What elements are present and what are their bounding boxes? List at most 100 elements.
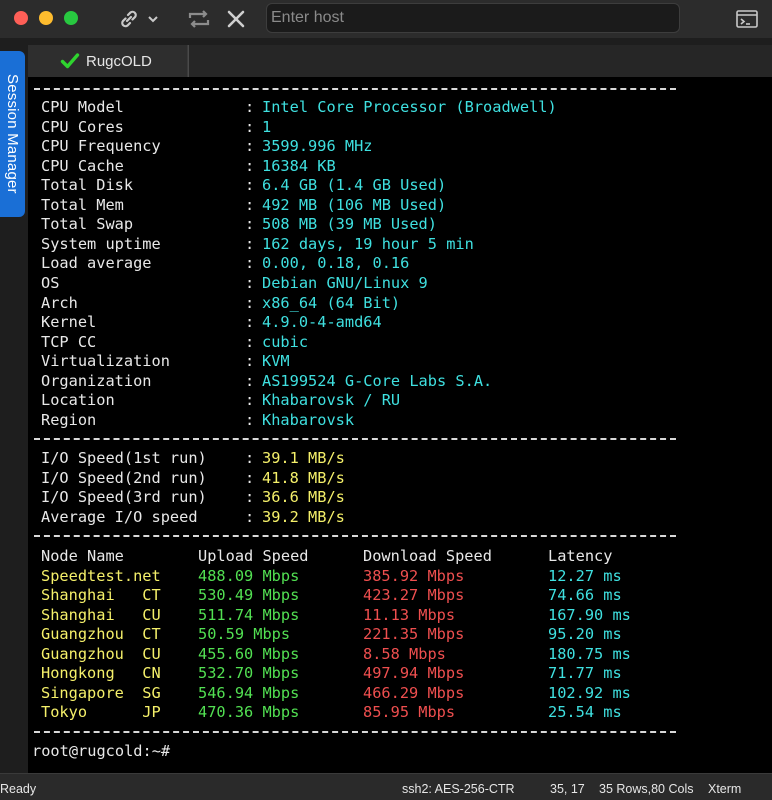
io-colon: :: [245, 507, 255, 526]
download-speed: 8.58 Mbps: [363, 644, 446, 663]
status-bar: Ready ssh2: AES-256-CTR 35, 17 35 Rows,8…: [0, 773, 772, 800]
shell-prompt: root@rugcold:~#: [32, 742, 171, 760]
download-speed: 85.95 Mbps: [363, 703, 456, 722]
upload-speed: 488.09 Mbps: [198, 566, 300, 585]
close-icon[interactable]: [222, 0, 250, 38]
info-colon: :: [245, 391, 255, 410]
info-key: Kernel: [41, 313, 97, 332]
latency: 102.92 ms: [548, 683, 631, 702]
info-value: 16384 KB: [262, 156, 336, 175]
latency: 25.54 ms: [548, 703, 622, 722]
divider-line: [34, 438, 676, 440]
encryption-info: ssh2: AES-256-CTR: [402, 782, 515, 796]
zoom-window-button[interactable]: [64, 11, 78, 25]
node-name: Speedtest.net: [41, 566, 161, 585]
upload-speed: 546.94 Mbps: [198, 683, 300, 702]
info-key: System uptime: [41, 234, 161, 253]
info-key: Arch: [41, 293, 78, 312]
chevron-down-icon[interactable]: [145, 0, 161, 38]
info-colon: :: [245, 98, 255, 116]
minimize-window-button[interactable]: [39, 11, 53, 25]
info-value: Khabarovsk: [262, 410, 355, 429]
terminal-output[interactable]: CPU Model: Intel Core Processor (Broadwel…: [28, 77, 772, 773]
latency: 71.77 ms: [548, 664, 622, 683]
link-icon[interactable]: [115, 0, 143, 38]
divider-line: [34, 88, 676, 90]
download-speed: 221.35 Mbps: [363, 625, 465, 644]
io-colon: :: [245, 449, 255, 467]
info-colon: :: [245, 234, 255, 253]
io-value: 39.2 MB/s: [262, 507, 345, 526]
io-key: I/O Speed(3rd run): [41, 488, 207, 507]
info-colon: :: [245, 117, 255, 136]
upload-speed: 530.49 Mbps: [198, 586, 300, 605]
info-key: OS: [41, 273, 60, 292]
download-speed: 497.94 Mbps: [363, 664, 465, 683]
info-colon: :: [245, 195, 255, 214]
info-value: 6.4 GB (1.4 GB Used): [262, 176, 447, 195]
info-value: Intel Core Processor (Broadwell): [262, 98, 557, 116]
info-colon: :: [245, 313, 255, 332]
download-speed: 385.92 Mbps: [363, 566, 465, 585]
info-key: CPU Model: [41, 98, 124, 116]
info-value: 4.9.0-4-amd64: [262, 313, 382, 332]
reconnect-icon[interactable]: [184, 0, 214, 38]
info-colon: :: [245, 410, 255, 429]
info-value: AS199524 G-Core Labs S.A.: [262, 371, 493, 390]
info-colon: :: [245, 371, 255, 390]
info-colon: :: [245, 293, 255, 312]
tab-label: RugcOLD: [86, 52, 152, 70]
speedtest-header: Download Speed: [363, 547, 492, 565]
info-colon: :: [245, 215, 255, 234]
info-value: Debian GNU/Linux 9: [262, 273, 428, 292]
info-key: TCP CC: [41, 332, 97, 351]
info-value: 0.00, 0.18, 0.16: [262, 254, 410, 273]
speedtest-header: Node Name: [41, 547, 124, 565]
download-speed: 466.29 Mbps: [363, 683, 465, 702]
info-value: cubic: [262, 332, 309, 351]
info-value: KVM: [262, 352, 290, 371]
divider-line: [34, 731, 676, 733]
info-value: Khabarovsk / RU: [262, 391, 401, 410]
info-key: Load average: [41, 254, 152, 273]
io-key: I/O Speed(1st run): [41, 449, 207, 467]
close-window-button[interactable]: [14, 11, 28, 25]
tab-divider: [188, 45, 189, 77]
terminal-panel-icon[interactable]: [732, 0, 762, 38]
node-name: Guangzhou CT: [41, 625, 161, 644]
session-manager-tab[interactable]: Session Manager: [0, 51, 25, 217]
info-key: CPU Cache: [41, 156, 124, 175]
info-colon: :: [245, 137, 255, 156]
check-icon: [60, 53, 80, 69]
info-value: x86_64 (64 Bit): [262, 293, 401, 312]
info-key: CPU Cores: [41, 117, 124, 136]
download-speed: 423.27 Mbps: [363, 586, 465, 605]
info-colon: :: [245, 273, 255, 292]
upload-speed: 455.60 Mbps: [198, 644, 300, 663]
node-name: Guangzhou CU: [41, 644, 161, 663]
node-name: Singapore SG: [41, 683, 161, 702]
info-value: 492 MB (106 MB Used): [262, 195, 447, 214]
info-key: Location: [41, 391, 115, 410]
info-colon: :: [245, 176, 255, 195]
cursor-position: 35, 17: [550, 782, 585, 796]
io-colon: :: [245, 488, 255, 507]
node-name: Tokyo JP: [41, 703, 161, 722]
divider-line: [34, 535, 676, 537]
info-key: CPU Frequency: [41, 137, 161, 156]
host-input[interactable]: [266, 3, 680, 33]
info-colon: :: [245, 332, 255, 351]
tab-rugcold[interactable]: RugcOLD: [28, 45, 188, 77]
node-name: Hongkong CN: [41, 664, 161, 683]
io-colon: :: [245, 468, 255, 487]
upload-speed: 532.70 Mbps: [198, 664, 300, 683]
terminal-type: Xterm: [708, 782, 742, 796]
info-colon: :: [245, 352, 255, 371]
latency: 167.90 ms: [548, 605, 631, 624]
io-key: I/O Speed(2nd run): [41, 468, 207, 487]
latency: 12.27 ms: [548, 566, 622, 585]
status-text: Ready: [0, 782, 37, 796]
info-value: 508 MB (39 MB Used): [262, 215, 437, 234]
info-key: Total Mem: [41, 195, 124, 214]
info-key: Virtualization: [41, 352, 170, 371]
